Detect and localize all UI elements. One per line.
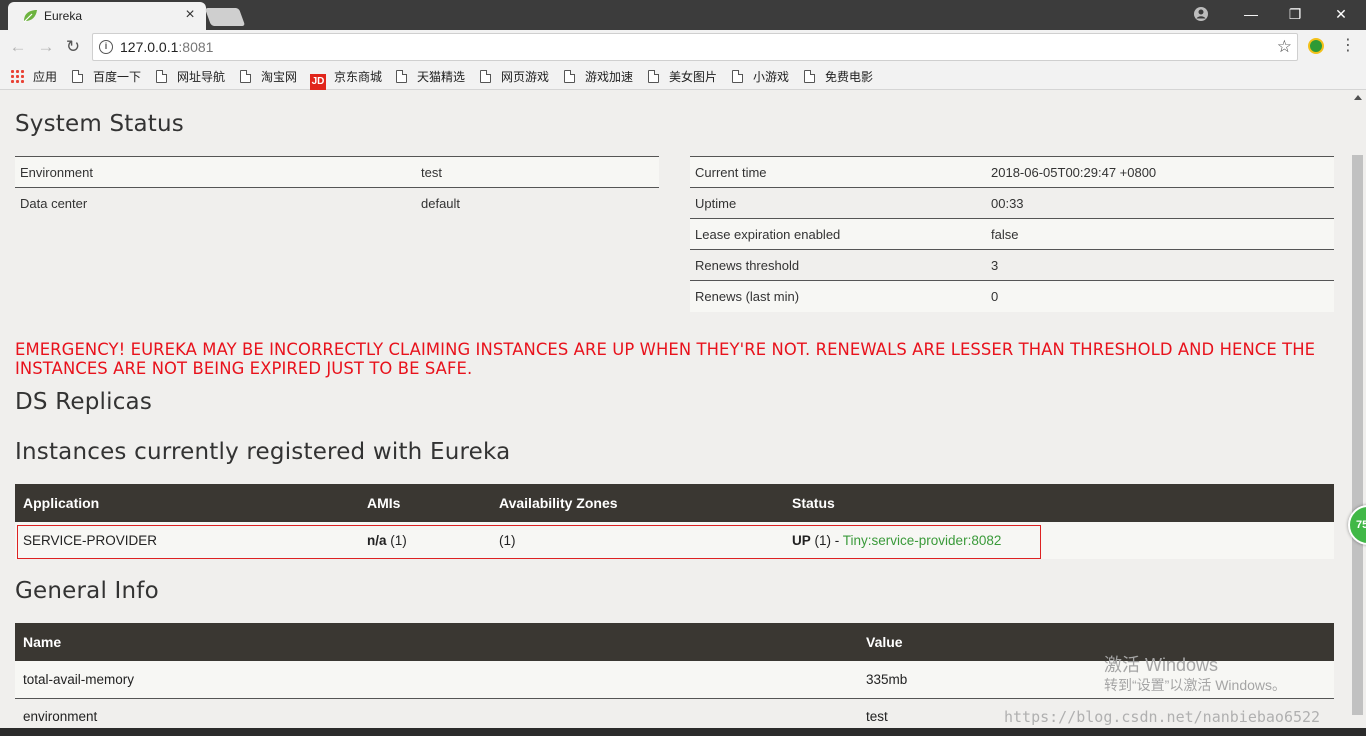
- system-status-title: System Status: [15, 111, 184, 137]
- table-row: Environment test: [15, 156, 659, 188]
- tab-title: Eureka: [44, 9, 83, 23]
- page-icon: [648, 70, 659, 83]
- page-icon: [732, 70, 743, 83]
- bookmark-jd[interactable]: JD 京东商城: [310, 68, 382, 90]
- eureka-page: System Status Environment test Data cent…: [0, 91, 1350, 728]
- instance-link[interactable]: Tiny:service-provider:8082: [843, 533, 1002, 548]
- info-name: environment: [15, 698, 858, 728]
- table-row: Renews (last min) 0: [690, 280, 1334, 312]
- restore-button[interactable]: ❐: [1282, 4, 1308, 24]
- bookmark-pictures[interactable]: 美女图片: [648, 68, 717, 86]
- col-amis: AMIs: [359, 484, 491, 522]
- col-application: Application: [15, 484, 359, 522]
- info-name: total-avail-memory: [15, 661, 858, 699]
- info-icon[interactable]: i: [99, 40, 113, 54]
- jd-icon: JD: [310, 74, 326, 90]
- windows-activation-watermark: 激活 Windows: [1104, 655, 1219, 675]
- bookmark-baidu[interactable]: 百度一下: [72, 68, 141, 86]
- status-value: 2018-06-05T00:29:47 +0800: [986, 156, 1334, 188]
- page-icon: [396, 70, 407, 83]
- page-icon: [240, 70, 251, 83]
- bookmark-movies[interactable]: 免费电影: [804, 68, 873, 86]
- page-icon: [804, 70, 815, 83]
- table-row: Current time 2018-06-05T00:29:47 +0800: [690, 156, 1334, 188]
- emergency-warning: EMERGENCY! EUREKA MAY BE INCORRECTLY CLA…: [15, 340, 1316, 378]
- windows-activation-hint: 转到“设置”以激活 Windows。: [1104, 677, 1287, 693]
- bookmarks-bar: 应用 百度一下 网址导航 淘宝网 JD 京东商城 天猫精选 网页游戏 游戏加速 美…: [0, 64, 1366, 90]
- status-key: Environment: [15, 156, 416, 188]
- bookmark-game-accel[interactable]: 游戏加速: [564, 68, 633, 86]
- browser-titlebar: Eureka × — ❐ ✕: [0, 0, 1366, 30]
- bookmark-apps[interactable]: 应用: [10, 68, 57, 86]
- status-value: 0: [986, 280, 1334, 312]
- bookmark-star-icon[interactable]: ☆: [1277, 37, 1292, 57]
- amis-cell: n/a (1): [367, 533, 407, 548]
- scroll-up-arrow-icon[interactable]: [1354, 95, 1362, 100]
- status-key: Renews (last min): [690, 280, 986, 312]
- url-text[interactable]: 127.0.0.1:8081: [120, 39, 213, 55]
- page-icon: [480, 70, 491, 83]
- back-arrow-icon[interactable]: ←: [8, 37, 28, 57]
- minimize-button[interactable]: —: [1238, 4, 1264, 24]
- reload-icon[interactable]: ↻: [63, 37, 83, 57]
- browser-tab[interactable]: Eureka ×: [8, 2, 206, 30]
- new-tab-button[interactable]: [204, 8, 246, 26]
- browser-toolbar: ← → ↻ i 127.0.0.1:8081 ☆ ⋮: [0, 30, 1366, 64]
- col-zones: Availability Zones: [491, 484, 784, 522]
- status-key: Uptime: [690, 187, 986, 219]
- status-value: 3: [986, 249, 1334, 281]
- system-status-left-table: Environment test Data center default: [15, 156, 659, 219]
- extension-icon[interactable]: [1308, 38, 1324, 54]
- status-value: default: [421, 195, 461, 211]
- scroll-thumb[interactable]: [1352, 155, 1363, 715]
- ds-replicas-title: DS Replicas: [15, 389, 153, 415]
- col-status: Status: [784, 484, 1334, 522]
- status-key: Data center: [20, 195, 88, 211]
- leaf-icon: [23, 10, 37, 23]
- table-header-row: Application AMIs Availability Zones Stat…: [15, 484, 1334, 522]
- zones-cell: (1): [499, 533, 516, 548]
- forward-arrow-icon[interactable]: →: [36, 37, 56, 57]
- table-row: Lease expiration enabled false: [690, 218, 1334, 250]
- status-value: 00:33: [986, 187, 1334, 219]
- page-icon: [564, 70, 575, 83]
- bookmark-webgames[interactable]: 网页游戏: [480, 68, 549, 86]
- close-window-button[interactable]: ✕: [1328, 4, 1354, 24]
- status-key: Renews threshold: [690, 249, 986, 281]
- bookmark-tmall[interactable]: 天猫精选: [396, 68, 465, 86]
- instances-table: Application AMIs Availability Zones Stat…: [15, 484, 1334, 559]
- apps-grid-icon: [10, 69, 24, 83]
- table-row: Uptime 00:33: [690, 187, 1334, 219]
- page-icon: [72, 70, 83, 83]
- table-row: Data center default: [15, 188, 659, 219]
- account-icon[interactable]: [1193, 6, 1209, 22]
- page-scrollbar[interactable]: [1350, 91, 1366, 728]
- status-cell: UP (1) - Tiny:service-provider:8082: [792, 533, 1002, 548]
- csdn-watermark: https://blog.csdn.net/nanbiebao6522: [1004, 708, 1321, 726]
- table-row: SERVICE-PROVIDER n/a (1) (1) UP (1) - Ti…: [15, 522, 1334, 559]
- general-info-title: General Info: [15, 578, 159, 604]
- bookmark-minigames[interactable]: 小游戏: [732, 68, 789, 86]
- page-icon: [156, 70, 167, 83]
- bookmark-nav[interactable]: 网址导航: [156, 68, 225, 86]
- status-key: Current time: [690, 156, 986, 188]
- status-key: Lease expiration enabled: [690, 218, 986, 250]
- application-name: SERVICE-PROVIDER: [23, 533, 158, 548]
- instances-title: Instances currently registered with Eure…: [15, 439, 511, 465]
- status-value: test: [416, 156, 659, 188]
- status-value: false: [986, 218, 1334, 250]
- address-bar[interactable]: i 127.0.0.1:8081 ☆: [92, 33, 1298, 61]
- col-name: Name: [15, 623, 858, 661]
- menu-dots-icon[interactable]: ⋮: [1340, 36, 1356, 56]
- system-status-right-table: Current time 2018-06-05T00:29:47 +0800 U…: [690, 156, 1334, 312]
- table-row: Renews threshold 3: [690, 249, 1334, 281]
- windows-taskbar: [0, 728, 1366, 736]
- col-value: Value: [858, 623, 1334, 661]
- tab-close-icon[interactable]: ×: [182, 6, 198, 24]
- bookmark-taobao[interactable]: 淘宝网: [240, 68, 297, 86]
